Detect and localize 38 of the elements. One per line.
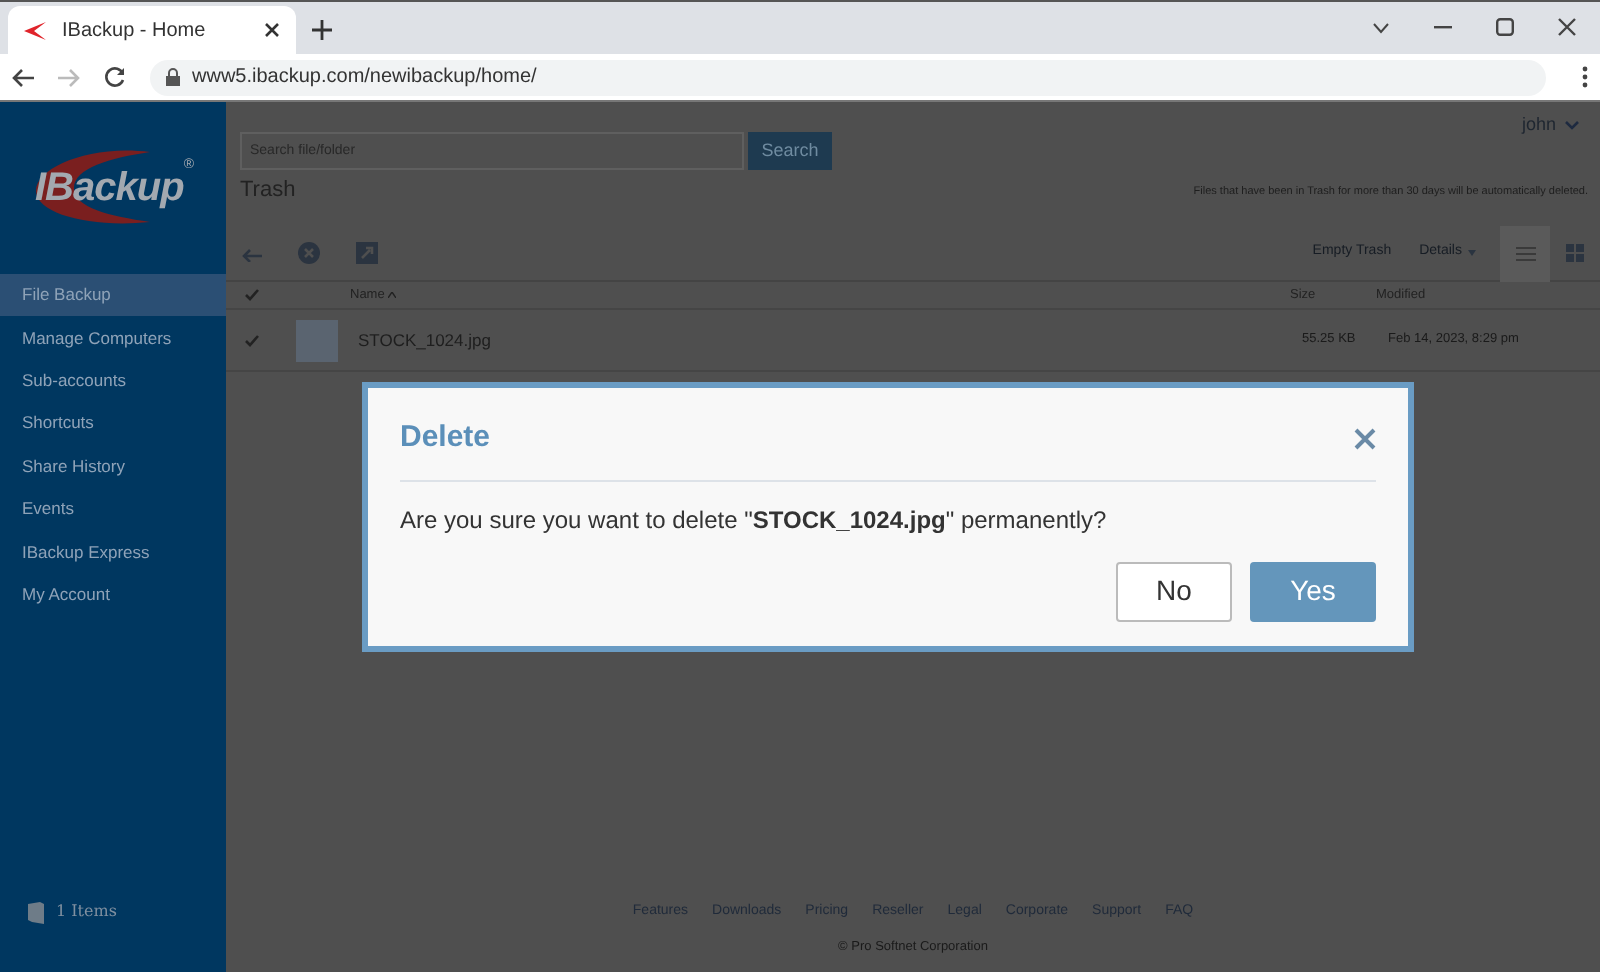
photo-placeholder	[296, 319, 338, 361]
sidebar-item[interactable]: My Account	[0, 573, 226, 617]
tab-title: IBackup - Home	[62, 17, 208, 45]
sidebar-item[interactable]: Shortcuts	[0, 402, 226, 446]
logo-icon	[24, 21, 46, 39]
no-button[interactable]: No	[1116, 561, 1232, 621]
document-icon	[28, 901, 44, 923]
new-tab-icon[interactable]	[312, 20, 332, 40]
grid-icon	[1566, 244, 1584, 262]
back-arrow-icon[interactable]	[12, 67, 34, 87]
sidebar-item[interactable]: Share History	[0, 445, 226, 488]
sidebar-item[interactable]: Events	[0, 487, 226, 531]
list-icon	[1515, 245, 1535, 261]
address-bar[interactable]: www5.ibackup.com/newibackup/home/	[150, 59, 1546, 95]
dialog-message: Are you sure you want to delete "STOCK_1024.jpg" permanently?	[400, 503, 1109, 537]
check-icon[interactable]	[244, 333, 260, 347]
sidebar-item[interactable]: Sub-accounts	[0, 359, 226, 403]
sidebar-item[interactable]: IBackup Express	[0, 530, 226, 574]
yes-button[interactable]: Yes	[1250, 561, 1376, 621]
sidebar-item[interactable]: File Backup	[0, 274, 226, 317]
sidebar-item[interactable]: Manage Computers	[0, 316, 226, 360]
menu-dots-icon[interactable]	[1582, 66, 1588, 88]
lock-icon	[166, 68, 180, 86]
browser-tab[interactable]: IBackup - Home	[8, 6, 296, 54]
search-button[interactable]: Search	[748, 132, 832, 170]
minimize-icon[interactable]	[1434, 25, 1452, 29]
dialog-title: Delete	[400, 418, 491, 458]
list-view-button[interactable]	[1500, 225, 1550, 281]
items-count: 1 Items	[56, 900, 117, 924]
caret-icon	[1468, 250, 1476, 256]
chevron-down-icon[interactable]	[1372, 21, 1390, 33]
check-icon[interactable]	[244, 288, 260, 302]
forward-arrow-icon[interactable]	[58, 67, 80, 87]
close-icon[interactable]	[264, 22, 280, 38]
maximize-icon[interactable]	[1496, 18, 1514, 36]
sort-caret-icon	[388, 292, 397, 298]
reload-icon[interactable]	[104, 66, 126, 88]
close-icon[interactable]	[1558, 18, 1576, 36]
